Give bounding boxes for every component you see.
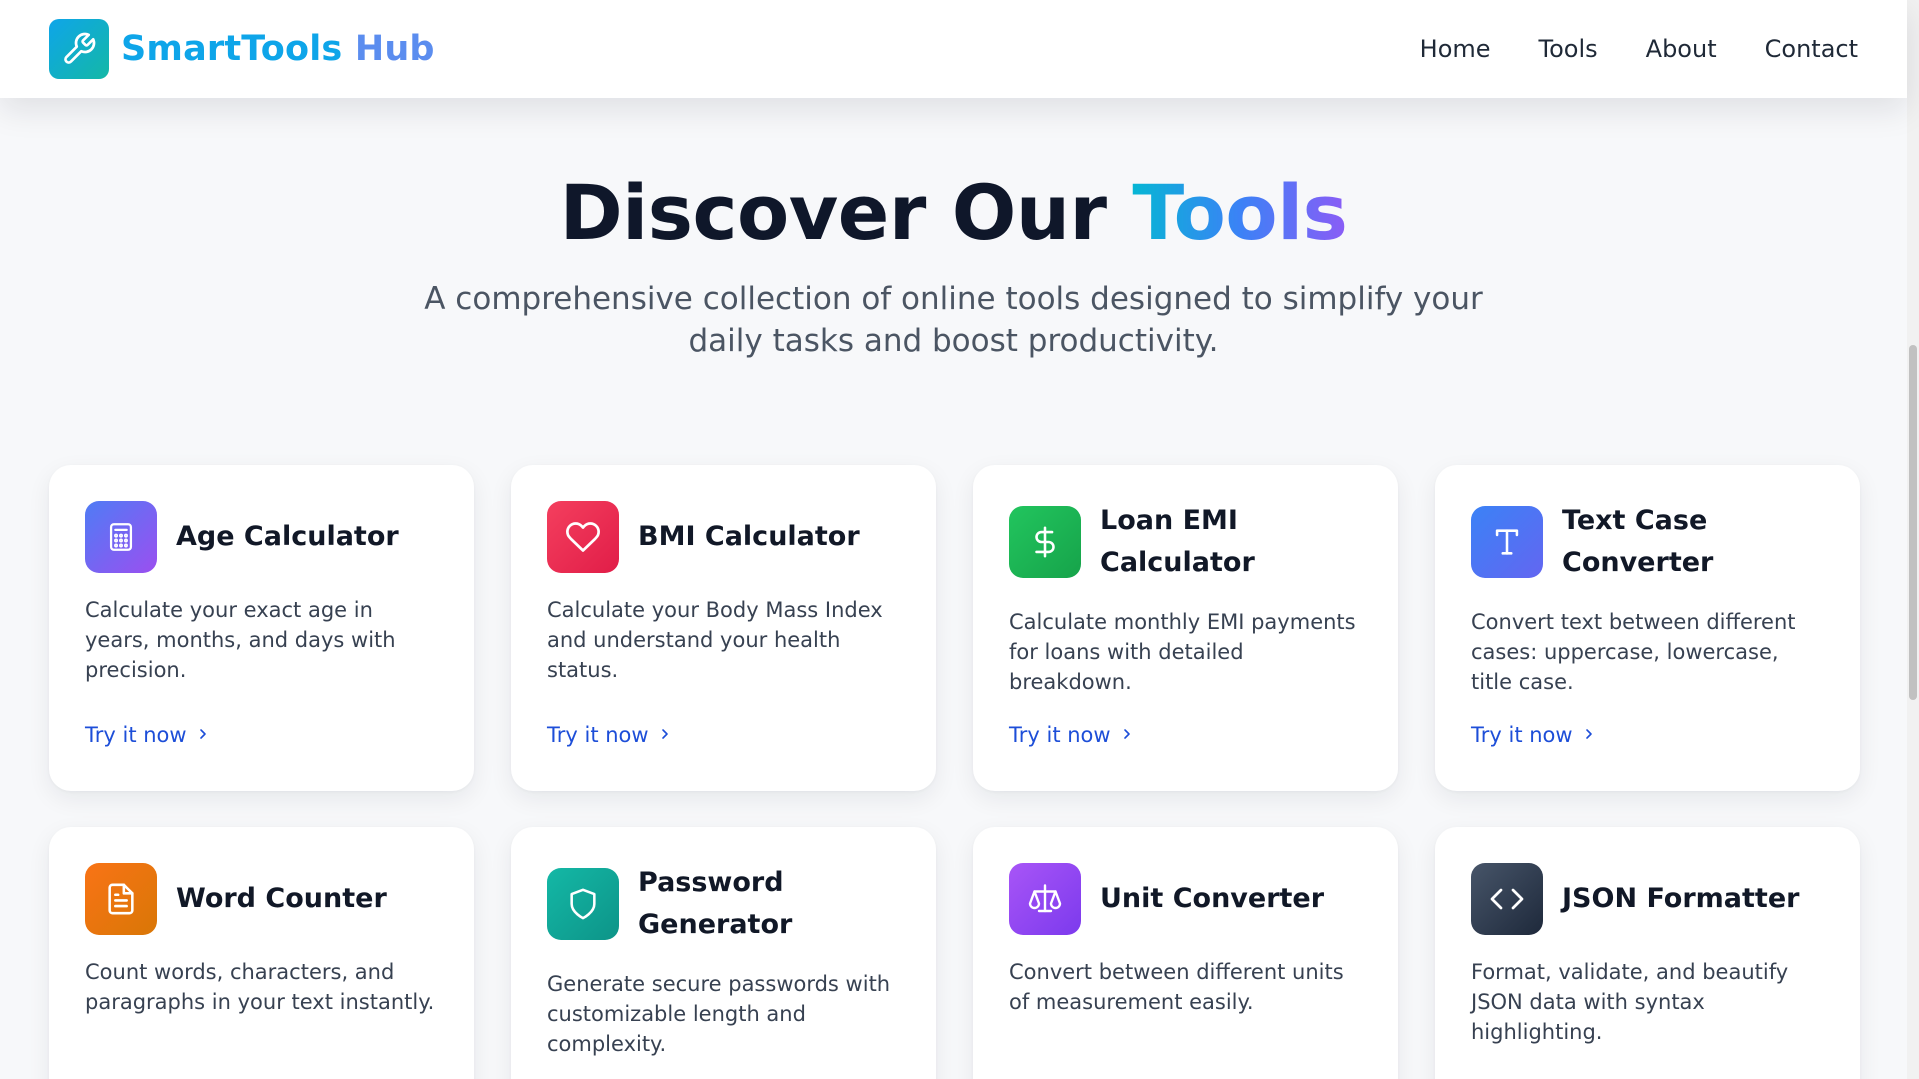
card-header: Age Calculator [85, 501, 450, 573]
tool-card-bmi-calculator[interactable]: BMI Calculator Calculate your Body Mass … [511, 465, 936, 791]
card-description: Calculate your Body Mass Index and under… [547, 598, 883, 682]
tool-card-json-formatter[interactable]: JSON Formatter Format, validate, and bea… [1435, 827, 1860, 1079]
card-title: Unit Converter [1100, 883, 1325, 914]
try-it-now-link[interactable]: Try it now [85, 723, 211, 747]
chevron-right-icon [1581, 723, 1597, 747]
card-header: Loan EMI Calculator [1009, 497, 1374, 587]
card-description: Convert text between different cases: up… [1471, 610, 1796, 694]
nav-about[interactable]: About [1646, 35, 1717, 63]
card-title: BMI Calculator [638, 521, 860, 552]
try-it-now-label: Try it now [547, 723, 649, 747]
dollar-icon [1009, 506, 1081, 578]
scale-icon [1009, 863, 1081, 935]
card-header: Text Case Converter [1471, 497, 1836, 587]
page-scrollbar[interactable] [1907, 0, 1919, 1079]
document-icon [85, 863, 157, 935]
page-title-main: Discover Our [559, 168, 1133, 257]
card-description: Generate secure passwords with customiza… [547, 972, 891, 1056]
main-nav: Home Tools About Contact [1420, 35, 1858, 63]
page-subtitle: A comprehensive collection of online too… [424, 281, 1483, 359]
card-title: Age Calculator [176, 521, 399, 552]
brand[interactable]: SmartTools Hub [49, 19, 435, 79]
chevron-right-icon [1119, 723, 1135, 747]
tool-card-password-generator[interactable]: Password Generator Generate secure passw… [511, 827, 936, 1079]
try-it-now-link[interactable]: Try it now [547, 723, 673, 747]
brand-name-part-b: Hub [342, 29, 435, 69]
card-title: Loan EMI Calculator [1100, 505, 1255, 578]
card-header: Unit Converter [1009, 863, 1374, 935]
card-title: Text Case Converter [1562, 505, 1714, 578]
brand-name-part-a: SmartTools [121, 29, 343, 69]
try-it-now-link[interactable]: Try it now [1009, 723, 1135, 747]
brand-name: SmartTools Hub [121, 29, 435, 69]
scrollbar-thumb[interactable] [1909, 345, 1917, 700]
tool-card-loan-emi-calculator[interactable]: Loan EMI Calculator Calculate monthly EM… [973, 465, 1398, 791]
shield-icon [547, 868, 619, 940]
wrench-icon [49, 19, 109, 79]
try-it-now-label: Try it now [1009, 723, 1111, 747]
try-it-now-link[interactable]: Try it now [1471, 723, 1597, 747]
heart-icon [547, 501, 619, 573]
calculator-icon [85, 501, 157, 573]
tool-card-unit-converter[interactable]: Unit Converter Convert between different… [973, 827, 1398, 1079]
card-description: Convert between different units of measu… [1009, 960, 1344, 1014]
page: SmartTools Hub Home Tools About Contact … [0, 0, 1919, 1079]
card-description: Calculate monthly EMI payments for loans… [1009, 610, 1356, 694]
card-description: Count words, characters, and paragraphs … [85, 960, 435, 1014]
card-title: JSON Formatter [1562, 883, 1800, 914]
nav-contact[interactable]: Contact [1765, 35, 1858, 63]
tool-card-text-case-converter[interactable]: Text Case Converter Convert text between… [1435, 465, 1860, 791]
try-it-now-label: Try it now [85, 723, 187, 747]
card-header: JSON Formatter [1471, 863, 1836, 935]
tool-card-word-counter[interactable]: Word Counter Count words, characters, an… [49, 827, 474, 1079]
card-header: Word Counter [85, 863, 450, 935]
card-description: Format, validate, and beautify JSON data… [1471, 960, 1789, 1044]
card-header: Password Generator [547, 859, 912, 949]
page-title: Discover Our Tools [0, 168, 1907, 257]
card-header: BMI Calculator [547, 501, 912, 573]
card-description: Calculate your exact age in years, month… [85, 598, 396, 682]
nav-tools[interactable]: Tools [1539, 35, 1598, 63]
tool-card-age-calculator[interactable]: Age Calculator Calculate your exact age … [49, 465, 474, 791]
chevron-right-icon [657, 723, 673, 747]
page-title-accent: Tools [1132, 168, 1348, 257]
card-title: Word Counter [176, 883, 387, 914]
nav-home[interactable]: Home [1420, 35, 1491, 63]
site-header: SmartTools Hub Home Tools About Contact [0, 0, 1907, 98]
try-it-now-label: Try it now [1471, 723, 1573, 747]
code-icon [1471, 863, 1543, 935]
text-t-icon [1471, 506, 1543, 578]
chevron-right-icon [195, 723, 211, 747]
card-title: Password Generator [638, 867, 793, 940]
